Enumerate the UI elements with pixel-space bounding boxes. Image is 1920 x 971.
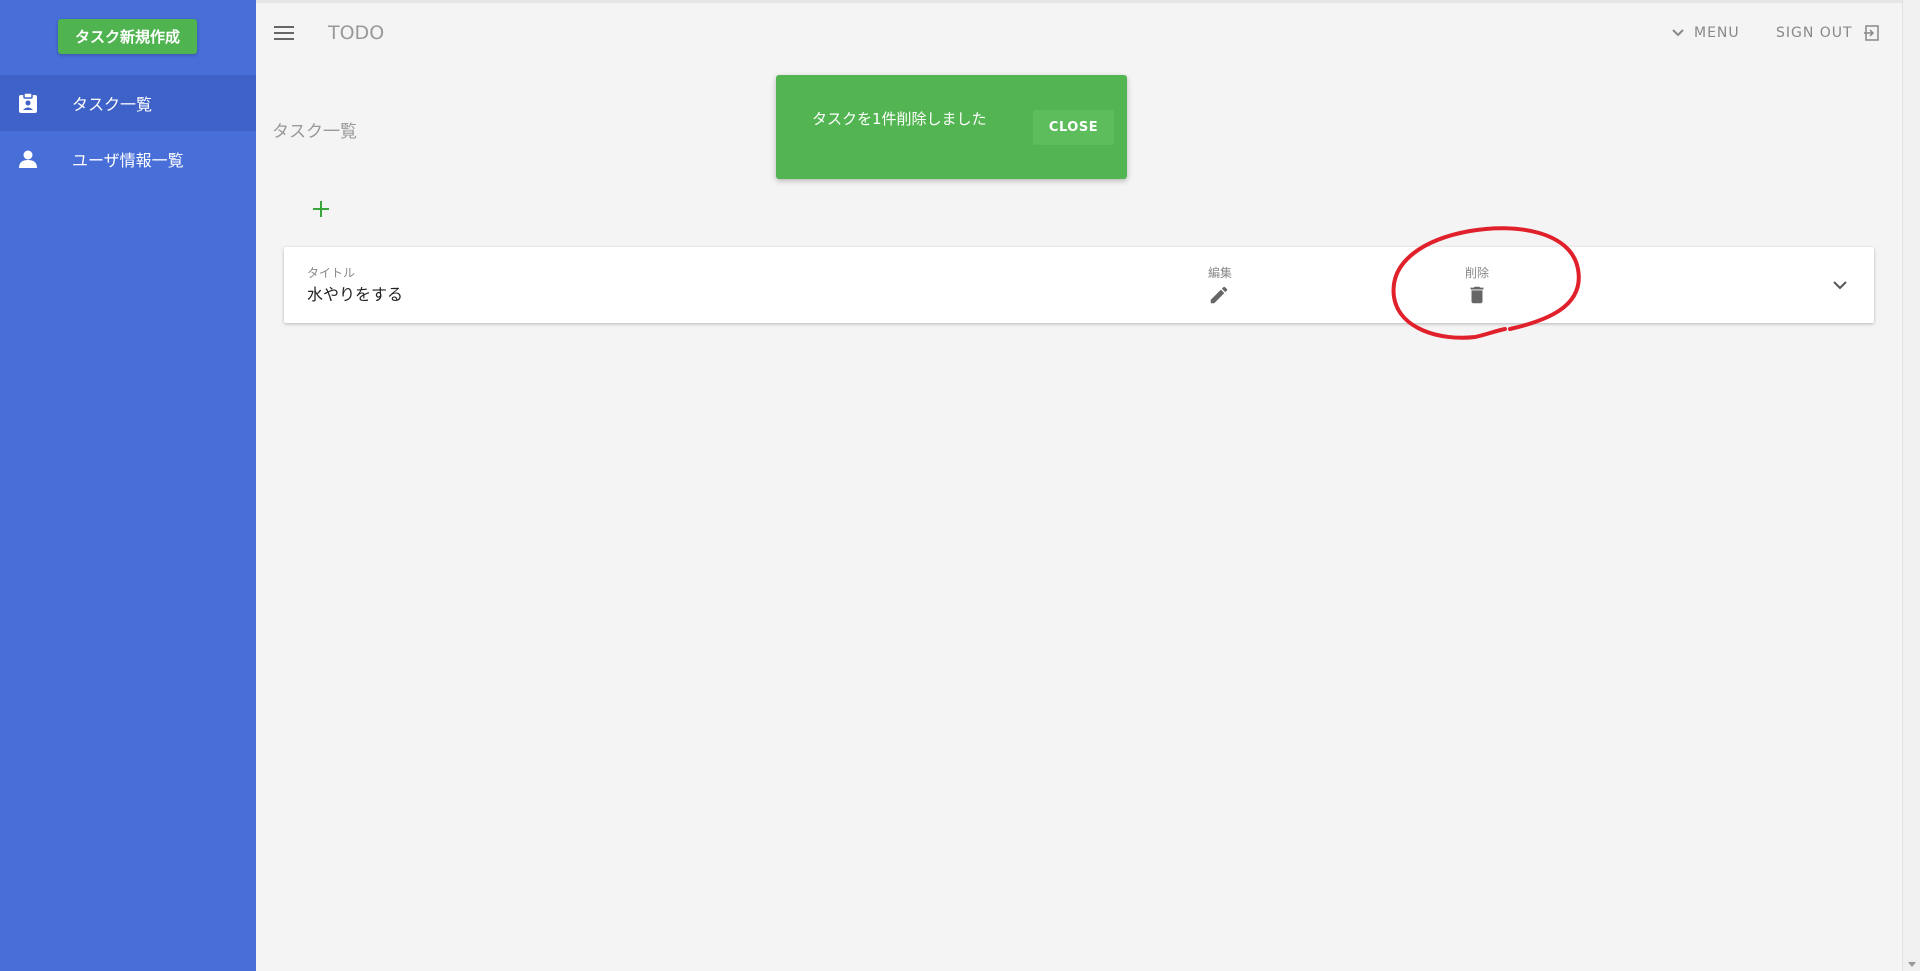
pencil-icon [1210, 286, 1228, 304]
person-icon [17, 148, 39, 170]
task-row: タイトル 水やりをする 編集 削除 [284, 247, 1874, 323]
trash-icon [1470, 286, 1484, 304]
expand-button[interactable] [1830, 275, 1850, 295]
add-task-button[interactable] [310, 198, 332, 220]
sidebar-item-user-list[interactable]: ユーザ情報一覧 [0, 131, 256, 187]
chevron-down-icon [1833, 281, 1847, 290]
sidebar-item-task-list[interactable]: タスク一覧 [0, 75, 256, 131]
page-title: タスク一覧 [272, 122, 357, 142]
delete-label: 削除 [1465, 266, 1490, 280]
hamburger-menu-icon[interactable] [274, 26, 294, 42]
snackbar-close-button[interactable]: CLOSE [1033, 110, 1114, 145]
vertical-scrollbar[interactable] [1902, 0, 1920, 971]
menu-button[interactable]: MENU [1672, 25, 1740, 41]
title-field-label: タイトル [307, 266, 356, 280]
sidebar: タスク新規作成 タスク一覧 ユーザ情報一覧 [0, 0, 256, 971]
task-title: 水やりをする [307, 285, 404, 304]
sign-out-label: SIGN OUT [1776, 25, 1853, 41]
new-task-button[interactable]: タスク新規作成 [58, 19, 197, 54]
sidebar-item-label: ユーザ情報一覧 [72, 151, 184, 170]
edit-label: 編集 [1208, 266, 1233, 280]
edit-button[interactable] [1208, 284, 1230, 306]
chevron-down-icon [1672, 29, 1684, 37]
sign-out-button[interactable]: SIGN OUT [1776, 25, 1879, 41]
delete-button[interactable] [1466, 284, 1488, 306]
snackbar-message: タスクを1件削除しました [812, 110, 987, 128]
snackbar: タスクを1件削除しました CLOSE [776, 75, 1127, 179]
plus-icon [313, 201, 329, 217]
top-border [256, 0, 1920, 3]
scroll-down-arrow-icon[interactable] [1908, 962, 1916, 967]
app-title: TODO [328, 22, 385, 44]
sign-out-icon [1863, 25, 1879, 41]
clipboard-icon [17, 92, 39, 114]
sidebar-item-label: タスク一覧 [72, 95, 153, 114]
menu-label: MENU [1694, 25, 1740, 41]
